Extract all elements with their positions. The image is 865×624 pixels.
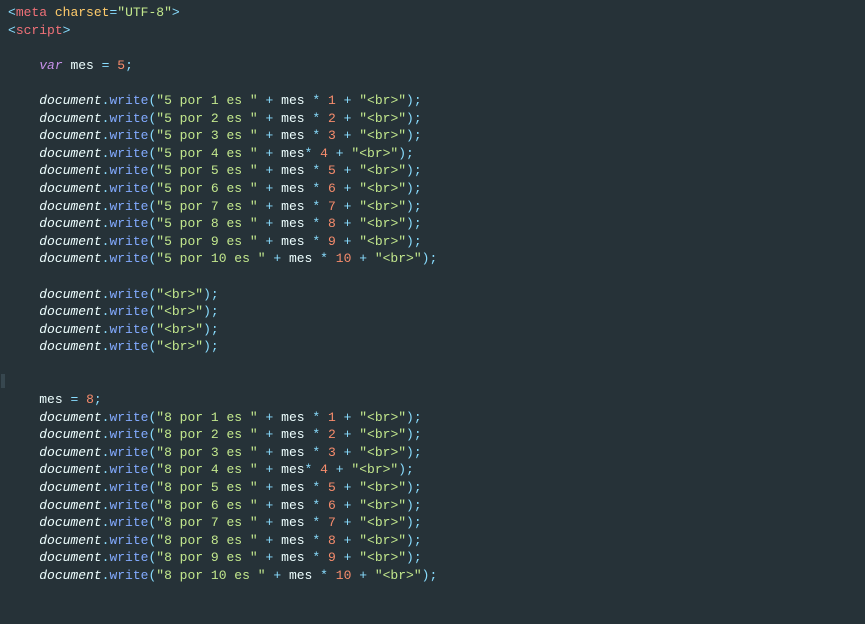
code-line[interactable] — [8, 268, 865, 286]
code-line[interactable]: document.write("<br>"); — [8, 321, 865, 339]
code-line[interactable]: document.write("5 por 6 es " + mes * 6 +… — [8, 180, 865, 198]
code-editor[interactable]: <meta charset="UTF-8"><script> var mes =… — [0, 0, 865, 589]
code-line[interactable]: document.write("8 por 4 es " + mes* 4 + … — [8, 461, 865, 479]
code-line[interactable]: document.write("8 por 6 es " + mes * 6 +… — [8, 497, 865, 515]
code-line[interactable]: document.write("5 por 5 es " + mes * 5 +… — [8, 162, 865, 180]
code-line[interactable]: document.write("8 por 5 es " + mes * 5 +… — [8, 479, 865, 497]
code-line[interactable]: document.write("8 por 10 es " + mes * 10… — [8, 567, 865, 585]
code-line[interactable] — [8, 373, 865, 391]
code-line[interactable]: document.write("5 por 3 es " + mes * 3 +… — [8, 127, 865, 145]
code-line[interactable]: mes = 8; — [8, 391, 865, 409]
code-line[interactable]: document.write("8 por 8 es " + mes * 8 +… — [8, 532, 865, 550]
code-line[interactable]: var mes = 5; — [8, 57, 865, 75]
code-line[interactable] — [8, 356, 865, 374]
code-line[interactable] — [8, 74, 865, 92]
fold-marker — [1, 374, 5, 388]
code-line[interactable]: document.write("8 por 7 es " + mes * 7 +… — [8, 514, 865, 532]
code-line[interactable]: document.write("5 por 4 es " + mes* 4 + … — [8, 145, 865, 163]
code-line[interactable]: document.write("5 por 9 es " + mes * 9 +… — [8, 233, 865, 251]
code-line[interactable]: <meta charset="UTF-8"> — [8, 4, 865, 22]
code-line[interactable]: document.write("8 por 1 es " + mes * 1 +… — [8, 409, 865, 427]
code-line[interactable]: document.write("5 por 7 es " + mes * 7 +… — [8, 198, 865, 216]
code-line[interactable]: document.write("5 por 2 es " + mes * 2 +… — [8, 110, 865, 128]
code-line[interactable]: document.write("<br>"); — [8, 286, 865, 304]
code-line[interactable] — [8, 39, 865, 57]
code-line[interactable]: document.write("5 por 10 es " + mes * 10… — [8, 250, 865, 268]
code-line[interactable]: document.write("8 por 9 es " + mes * 9 +… — [8, 549, 865, 567]
code-line[interactable]: document.write("<br>"); — [8, 303, 865, 321]
code-line[interactable]: document.write("5 por 8 es " + mes * 8 +… — [8, 215, 865, 233]
code-line[interactable]: document.write("<br>"); — [8, 338, 865, 356]
code-line[interactable]: <script> — [8, 22, 865, 40]
code-line[interactable]: document.write("5 por 1 es " + mes * 1 +… — [8, 92, 865, 110]
code-line[interactable]: document.write("8 por 2 es " + mes * 2 +… — [8, 426, 865, 444]
code-line[interactable]: document.write("8 por 3 es " + mes * 3 +… — [8, 444, 865, 462]
